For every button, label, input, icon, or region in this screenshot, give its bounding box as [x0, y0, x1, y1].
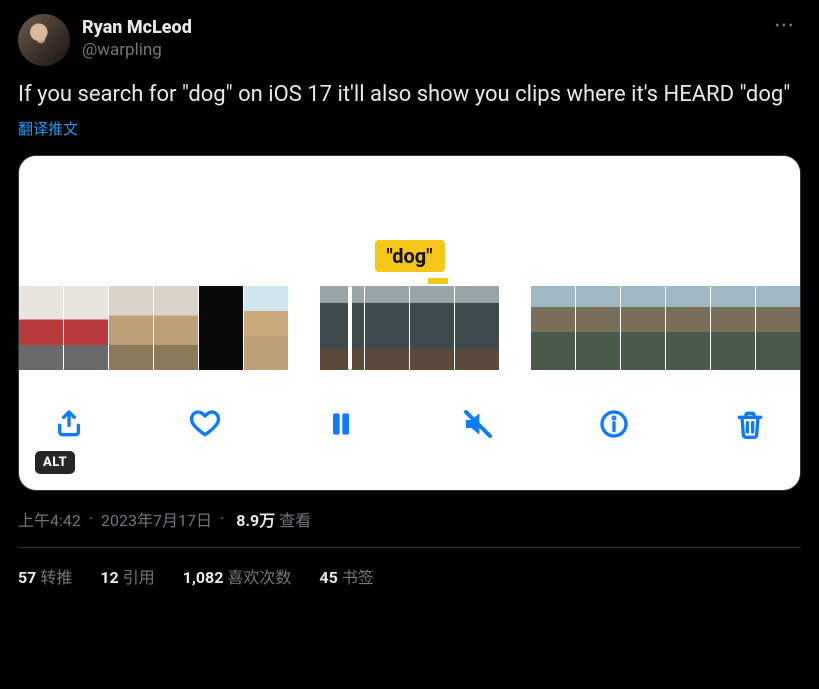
pause-icon[interactable]	[321, 404, 361, 444]
author-names[interactable]: Ryan McLeod @warpling	[82, 14, 192, 61]
clip-thumbnail[interactable]	[531, 286, 575, 370]
views-count[interactable]: 8.9万	[236, 507, 275, 531]
video-timeline[interactable]	[19, 286, 800, 382]
tweet-text: If you search for "dog" on iOS 17 it'll …	[18, 80, 801, 110]
clip-thumbnail[interactable]	[64, 286, 108, 370]
stat-label: 引用	[123, 568, 155, 587]
info-icon[interactable]	[594, 404, 634, 444]
tweet-container: Ryan McLeod @warpling ••• If you search …	[0, 0, 819, 588]
clip-group[interactable]	[19, 286, 288, 370]
stat-label: 喜欢次数	[227, 568, 291, 587]
clip-thumbnail[interactable]	[756, 286, 800, 370]
search-highlight-label: "dog"	[374, 240, 444, 272]
stat-quotes[interactable]: 12 引用	[100, 564, 154, 588]
stat-count: 45	[319, 568, 337, 587]
tweet-meta: 上午4:42 2023年7月17日 8.9万 查看	[18, 507, 801, 531]
stat-retweets[interactable]: 57转推	[18, 564, 72, 588]
stat-bookmarks[interactable]: 45 书签	[319, 564, 373, 588]
stat-count: 57	[18, 568, 36, 587]
clip-group-current[interactable]	[320, 286, 499, 370]
tweet-header: Ryan McLeod @warpling •••	[18, 14, 801, 66]
display-name[interactable]: Ryan McLeod	[82, 16, 192, 39]
clip-thumbnail[interactable]	[109, 286, 153, 370]
trash-icon[interactable]	[730, 404, 770, 444]
clip-thumbnail[interactable]	[365, 286, 409, 370]
clip-thumbnail[interactable]	[199, 286, 243, 370]
media-top-area: "dog"	[19, 156, 800, 286]
tweet-date[interactable]: 2023年7月17日	[101, 507, 212, 531]
stat-count: 12	[100, 568, 118, 587]
clip-thumbnail[interactable]	[320, 286, 364, 370]
alt-badge[interactable]: ALT	[35, 451, 75, 474]
more-options-icon[interactable]: •••	[769, 14, 801, 38]
separator	[216, 509, 228, 528]
clip-thumbnail[interactable]	[19, 286, 63, 370]
tweet-time[interactable]: 上午4:42	[18, 507, 81, 531]
mute-icon[interactable]	[458, 404, 498, 444]
clip-thumbnail[interactable]	[244, 286, 288, 370]
stat-label: 书签	[342, 568, 374, 587]
avatar[interactable]	[18, 14, 70, 66]
clip-thumbnail[interactable]	[711, 286, 755, 370]
clip-group[interactable]	[531, 286, 800, 370]
stat-likes[interactable]: 1,082喜欢次数	[183, 564, 292, 588]
clip-thumbnail[interactable]	[576, 286, 620, 370]
views-label: 查看	[279, 507, 311, 531]
clip-thumbnail[interactable]	[621, 286, 665, 370]
clip-thumbnail[interactable]	[666, 286, 710, 370]
stat-label: 转推	[40, 568, 72, 587]
translate-link[interactable]: 翻译推文	[18, 118, 78, 139]
playhead[interactable]	[348, 286, 352, 370]
clip-thumbnail[interactable]	[410, 286, 454, 370]
handle[interactable]: @warpling	[82, 39, 192, 61]
tweet-stats: 57转推 12 引用 1,082喜欢次数 45 书签	[18, 548, 801, 588]
media-attachment[interactable]: "dog"	[18, 155, 801, 491]
separator	[85, 509, 97, 528]
clip-thumbnail[interactable]	[455, 286, 499, 370]
stat-count: 1,082	[183, 568, 224, 587]
share-icon[interactable]	[49, 404, 89, 444]
heart-icon[interactable]	[185, 404, 225, 444]
clip-thumbnail[interactable]	[154, 286, 198, 370]
media-controls	[19, 382, 800, 456]
timeline-marker	[428, 278, 448, 284]
